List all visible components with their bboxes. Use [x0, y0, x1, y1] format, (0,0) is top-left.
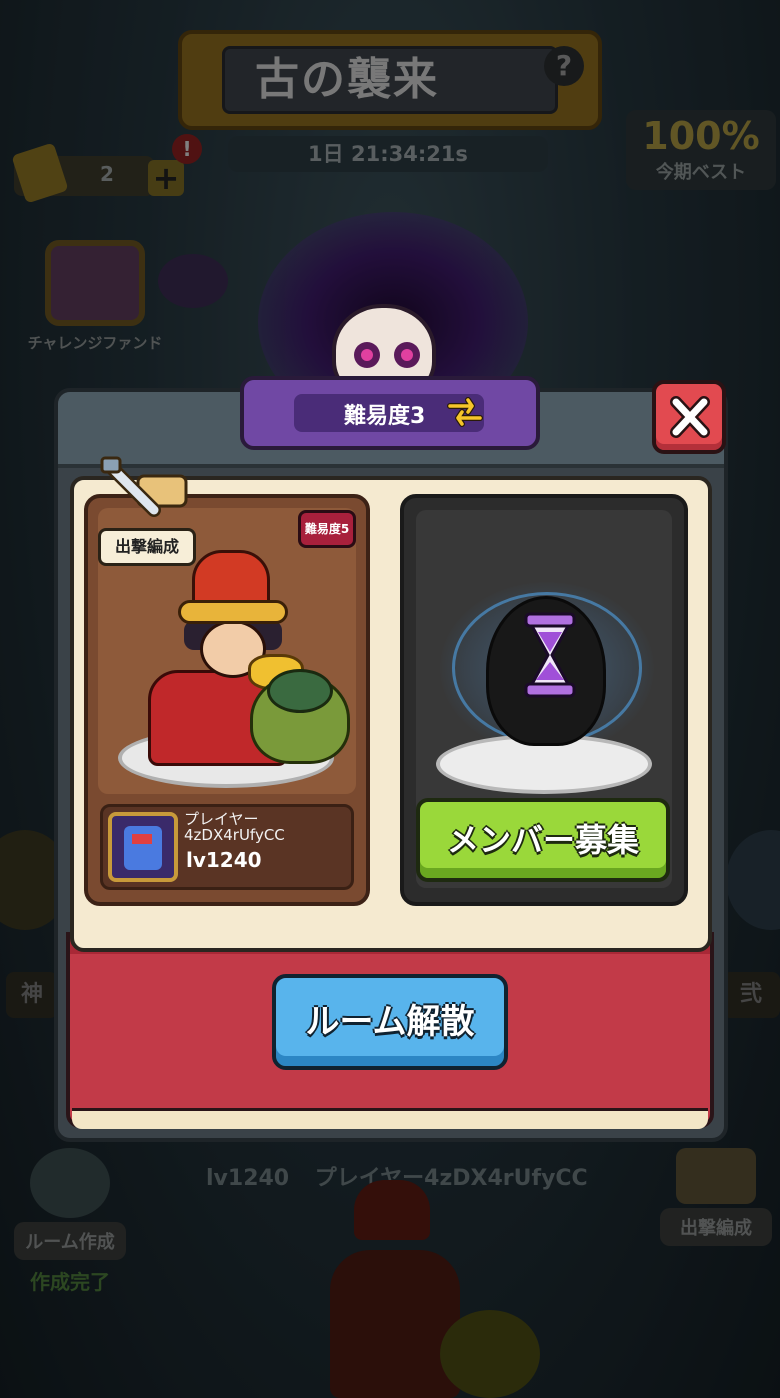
- sword-scroll-icon: [100, 456, 188, 517]
- close-button[interactable]: [652, 380, 726, 454]
- modal-footer-strip: [72, 1108, 708, 1129]
- difficulty-selector[interactable]: 難易度3: [240, 376, 540, 450]
- turtle-pet: [250, 669, 350, 764]
- difficulty-badge: 難易度5: [298, 510, 356, 548]
- player-level: lv1240: [186, 848, 262, 872]
- avatar: [108, 812, 178, 882]
- recruit-member-button[interactable]: メンバー募集: [416, 798, 670, 882]
- swap-icon[interactable]: [446, 394, 484, 430]
- player-name-line2: 4zDX4rUfyCC: [184, 826, 285, 844]
- difficulty-label: 難易度3: [344, 404, 426, 429]
- hourglass-icon: [524, 612, 576, 698]
- formation-button[interactable]: 出撃編成: [98, 528, 196, 566]
- disband-room-button[interactable]: ルーム解散: [272, 974, 508, 1070]
- close-icon: [670, 396, 710, 438]
